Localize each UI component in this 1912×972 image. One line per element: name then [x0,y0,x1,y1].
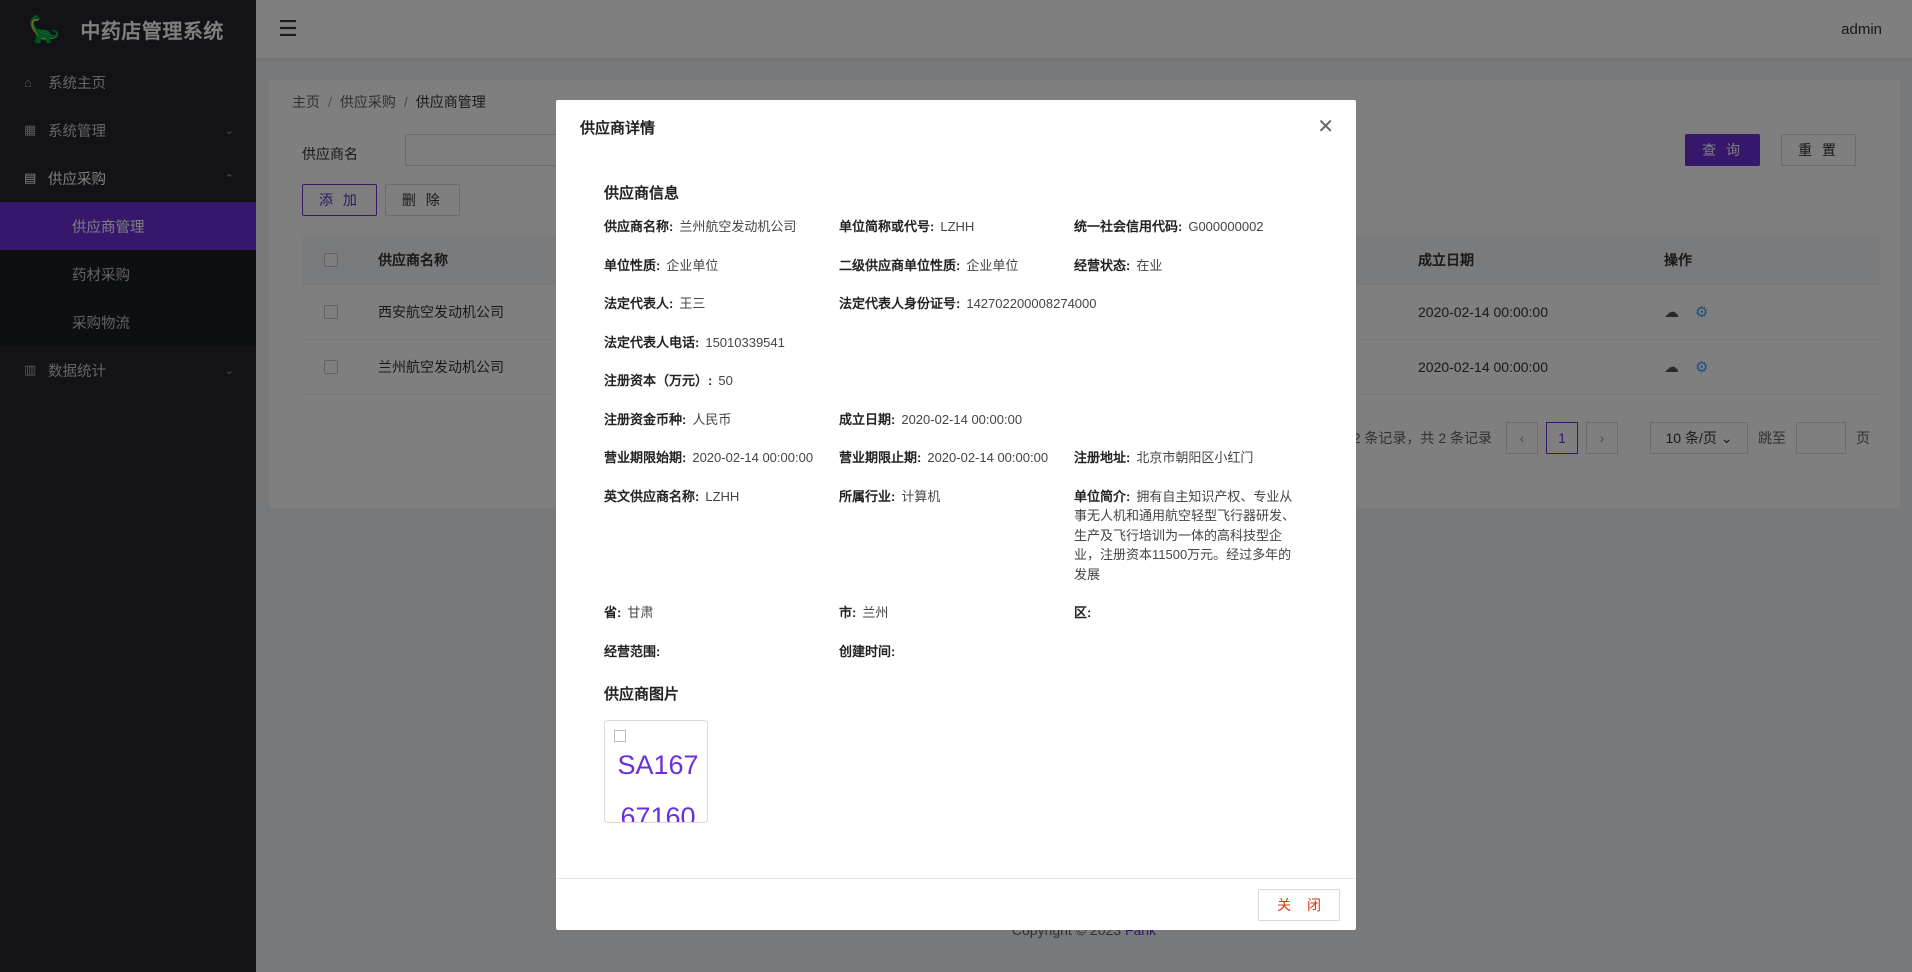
field-business-status: 经营状态: 在业 [1074,257,1163,273]
field-legal-rep: 法定代表人: 王三 [604,296,706,311]
field-secondary-nature: 二级供应商单位性质: 企业单位 [839,257,1019,273]
supplier-image[interactable]: SA16767160 [604,720,708,823]
modal-header: 供应商详情 ✕ [556,100,1356,154]
field-intro: 单位简介: 拥有自主知识产权、专业从事无人机和通用航空轻型飞行器研发、生产及飞行培… [1074,488,1296,582]
section-title-picture: 供应商图片 [604,686,680,703]
field-address: 注册地址: 北京市朝阳区小红门 [1074,450,1254,465]
field-legal-rep-id: 法定代表人身份证号: 142702200008274000 [839,296,1097,311]
modal-footer: 关 闭 [556,878,1356,930]
field-district: 区: [1074,605,1092,620]
field-unit-nature: 单位性质: 企业单位 [604,257,719,273]
field-currency: 注册资金币种: 人民币 [604,411,732,427]
close-icon[interactable]: ✕ [1317,114,1334,139]
section-title-info: 供应商信息 [604,185,680,202]
field-biz-end: 营业期限止期: 2020-02-14 00:00:00 [839,450,1049,465]
field-registered-capital: 注册资本（万元）: 50 [604,373,733,388]
field-credit-code: 统一社会信用代码: G000000002 [1074,219,1264,234]
field-legal-rep-phone: 法定代表人电话: 15010339541 [604,334,785,350]
field-industry: 所属行业: 计算机 [839,488,941,504]
field-province: 省: 甘肃 [604,605,654,620]
field-created-time: 创建时间: [839,643,896,659]
field-city: 市: 兰州 [839,605,889,620]
field-supplier-name: 供应商名称: 兰州航空发动机公司 [604,219,797,234]
supplier-detail-modal: 供应商详情 ✕ 供应商信息 供应商名称: 兰州航空发动机公司 单位简称或代号: LZ… [556,100,1356,930]
modal-body: 供应商信息 供应商名称: 兰州航空发动机公司 单位简称或代号: LZHH 统一社会信… [556,182,1356,886]
field-found-date: 成立日期: 2020-02-14 00:00:00 [839,411,1023,427]
field-short-name: 单位简称或代号: LZHH [839,219,975,234]
field-english-name: 英文供应商名称: LZHH [604,488,740,504]
detail-grid: 供应商名称: 兰州航空发动机公司 单位简称或代号: LZHH 统一社会信用代码: G0… [604,217,1308,680]
field-biz-start: 营业期限始期: 2020-02-14 00:00:00 [604,450,814,465]
field-business-scope: 经营范围: [604,643,661,659]
close-button[interactable]: 关 闭 [1258,888,1340,921]
modal-title: 供应商详情 [580,119,656,137]
image-alt-text: SA16767160 [617,750,699,823]
